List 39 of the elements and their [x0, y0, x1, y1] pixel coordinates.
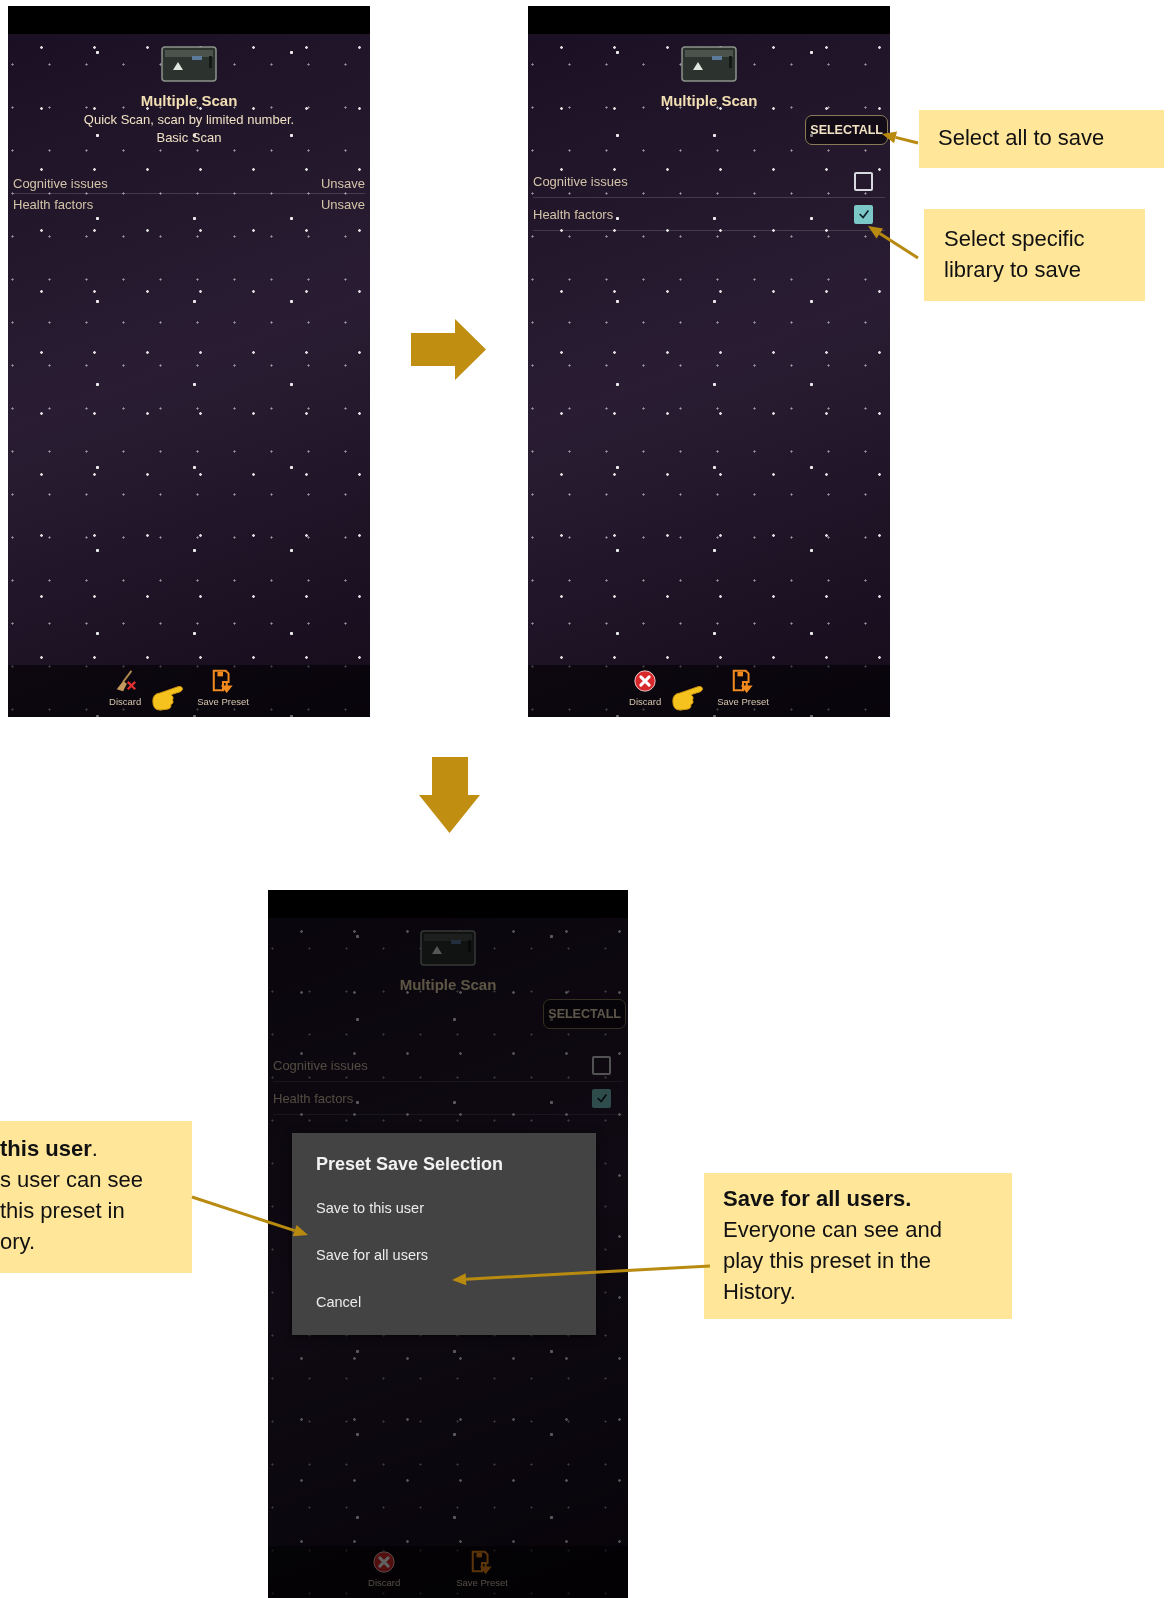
checkbox[interactable] — [592, 1088, 611, 1108]
library-name: Cognitive issues — [13, 175, 108, 191]
screen-title: Multiple Scan — [140, 92, 238, 109]
save-preset-button[interactable]: Save Preset — [195, 665, 251, 707]
callout-text: Select all to save — [938, 124, 1106, 152]
library-name: Cognitive issues — [533, 173, 628, 189]
callout-heading: this user. — [0, 1135, 99, 1163]
pointer-arrow — [882, 131, 919, 145]
cancel-icon — [371, 1550, 398, 1574]
callout-text: s user can see — [0, 1166, 145, 1194]
dialog-option[interactable]: Save for all users — [316, 1231, 429, 1278]
callout-text: this preset in — [0, 1197, 126, 1225]
callout-text: ory. — [0, 1228, 37, 1256]
library-name: Health factors — [13, 196, 94, 212]
checkmark-icon — [594, 1091, 609, 1105]
discard-button[interactable]: Discard — [107, 665, 144, 707]
callout-text: Select specific library to save — [944, 225, 1086, 284]
screen-subtitle: Quick Scan, scan by limited number. — [83, 112, 295, 127]
screen-title: Multiple Scan — [660, 92, 758, 109]
pointer-arrow — [868, 226, 919, 260]
dialog-option[interactable]: Save to this user — [316, 1184, 424, 1231]
cancel-icon — [632, 669, 659, 693]
save-status: Unsave — [320, 196, 365, 212]
checkmark-icon — [856, 207, 871, 221]
scan-type: Basic Scan — [156, 130, 222, 145]
dialog-option[interactable]: Cancel — [316, 1278, 362, 1325]
library-name: Health factors — [273, 1090, 354, 1106]
dialog-title: Preset Save Selection — [316, 1153, 504, 1175]
discard-button[interactable]: Discard — [627, 665, 664, 707]
checkbox[interactable] — [854, 204, 873, 224]
save-status: Unsave — [320, 175, 365, 191]
library-name: Cognitive issues — [273, 1057, 368, 1073]
select-all-button[interactable]: SELECTALL — [805, 115, 888, 145]
callout-text: Save for all users. Everyone can see and play this preset in the History. — [723, 1185, 943, 1306]
save-preset-button[interactable]: Save Preset — [715, 665, 771, 707]
screen-title: Multiple Scan — [399, 976, 497, 993]
checkbox[interactable] — [854, 171, 873, 191]
library-name: Health factors — [533, 206, 614, 222]
checkbox[interactable] — [592, 1055, 611, 1075]
